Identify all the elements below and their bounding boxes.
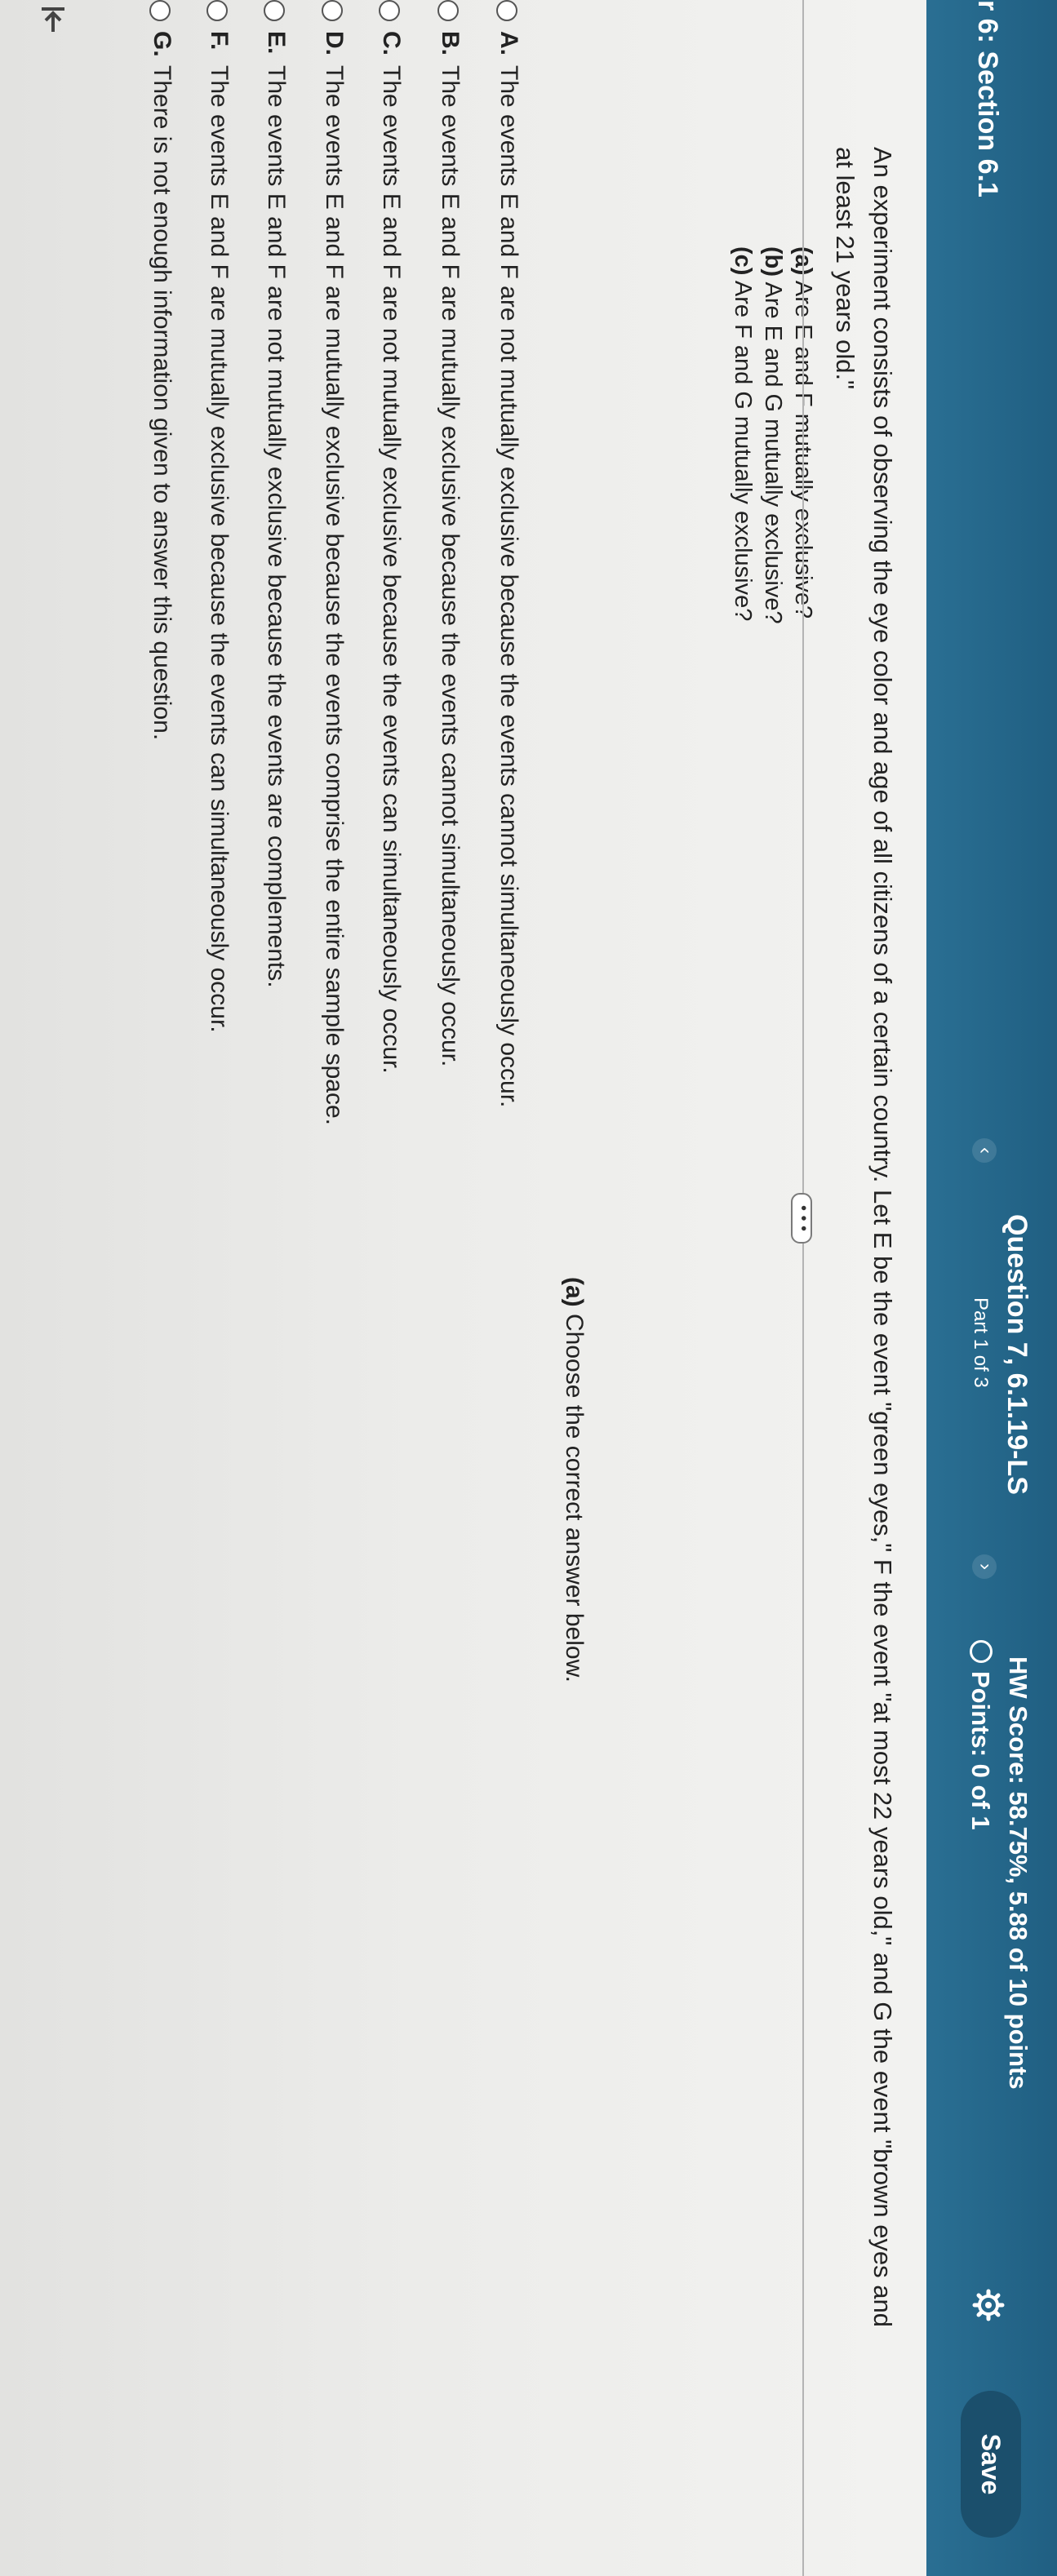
section-divider — [802, 0, 804, 2576]
choice-f-text: The events E and F are mutually exclusiv… — [206, 65, 233, 1033]
choice-d-text: The events E and F are mutually exclusiv… — [321, 65, 348, 1126]
expand-collapse-button[interactable]: • • • — [791, 1193, 812, 1244]
answer-prompt-text: Choose the correct answer below. — [561, 1314, 588, 1683]
subquestion-b-text: Are E and G mutually exclusive? — [760, 282, 786, 624]
radio-button[interactable] — [207, 0, 228, 21]
points-label: Points: 0 of 1 — [966, 1671, 995, 1830]
subquestion-c-label: (c) — [730, 246, 756, 276]
question-title: Question 7, 6.1.19-LS — [1001, 1214, 1033, 1495]
choice-c-letter: C. — [378, 31, 405, 55]
choice-b-letter: B. — [437, 31, 464, 55]
points-status: Points: 0 of 1 — [966, 1640, 995, 1830]
question-text-line-1: An experiment consists of observing the … — [868, 147, 897, 2328]
part-indicator: Part 1 of 3 — [970, 1297, 992, 1388]
hw-score: HW Score: 58.75%, 5.88 of 10 points — [1004, 1656, 1033, 2090]
choice-e-letter: E. — [263, 31, 290, 55]
choice-g-letter: G. — [149, 31, 175, 57]
top-bar: r 6: Section 6.1 ‹ Question 7, 6.1.19-LS… — [926, 0, 1057, 2576]
choice-g-text: There is not enough information given to… — [149, 65, 175, 741]
radio-button[interactable] — [264, 0, 285, 21]
previous-question-button[interactable]: ‹ — [972, 1138, 997, 1163]
choice-b-text: The events E and F are mutually exclusiv… — [437, 65, 464, 1067]
save-button[interactable]: Save — [961, 2391, 1021, 2538]
choice-a-letter: A. — [495, 31, 522, 55]
choice-a-text: The events E and F are not mutually excl… — [495, 65, 522, 1108]
radio-button[interactable] — [322, 0, 343, 21]
subquestion-c: (c) Are F and G mutually exclusive? — [729, 246, 756, 621]
section-title: r 6: Section 6.1 — [972, 0, 1003, 197]
radio-button[interactable] — [496, 0, 517, 21]
next-question-button[interactable]: › — [972, 1554, 997, 1579]
points-circle-icon — [970, 1640, 993, 1663]
subquestion-b-label: (b) — [760, 246, 786, 277]
choice-c-text: The events E and F are not mutually excl… — [378, 65, 405, 1074]
subquestion-b: (b) Are E and G mutually exclusive? — [759, 246, 786, 624]
choice-d-letter: D. — [321, 31, 348, 55]
subquestion-c-text: Are F and G mutually exclusive? — [730, 280, 756, 622]
choice-e-text: The events E and F are not mutually excl… — [263, 65, 290, 988]
collapse-arrow-icon[interactable] — [37, 4, 69, 37]
radio-button[interactable] — [437, 0, 459, 21]
question-text-line-2: at least 21 years old." — [831, 147, 859, 390]
choice-f-letter: F. — [206, 31, 233, 51]
answer-prompt: (a) Choose the correct answer below. — [560, 1277, 588, 1683]
radio-button[interactable] — [379, 0, 400, 21]
gear-icon[interactable] — [972, 2289, 1005, 2321]
answer-prompt-label: (a) — [561, 1277, 588, 1307]
screen: r 6: Section 6.1 ‹ Question 7, 6.1.19-LS… — [0, 0, 1057, 2576]
radio-button[interactable] — [149, 0, 171, 21]
